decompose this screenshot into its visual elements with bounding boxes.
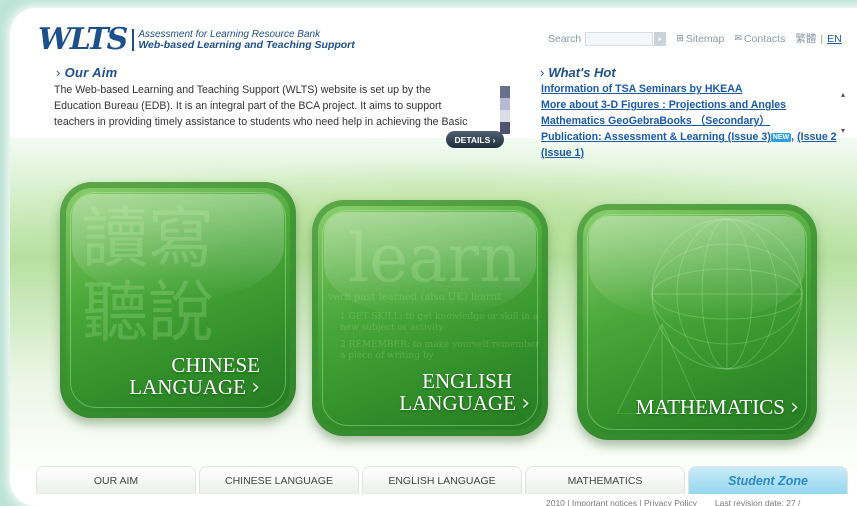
footer: 2010 | Important notices | Privacy Polic… <box>546 498 800 506</box>
list-item: Information of TSA Seminars by HKEAA <box>541 81 857 97</box>
whats-hot-heading: › What's Hot <box>540 65 616 80</box>
list-item: More about 3-D Figures : Projections and… <box>541 97 857 113</box>
aim-arrow-icon: › <box>56 65 61 80</box>
envelope-icon: ✉ <box>734 33 742 43</box>
search-go-icon[interactable]: ▸ <box>654 31 667 46</box>
hot-link-3d[interactable]: More about 3-D Figures : Projections and… <box>541 99 786 111</box>
english-label-text: LANGUAGE <box>399 391 516 415</box>
search-label: Search <box>548 32 582 45</box>
mathematics-tile[interactable]: MATHEMATICS › <box>577 204 817 440</box>
english-watermark-def1: 1 GET SKILL: to get knowledge or skill i… <box>340 312 539 333</box>
our-aim-heading: › Our Aim <box>56 65 118 80</box>
math-tile-label: MATHEMATICS › <box>636 396 799 419</box>
chinese-watermark: 讀寫聽說 <box>82 200 214 351</box>
hot-link-publication[interactable]: Publication: Assessment & Learning (Issu… <box>541 131 771 143</box>
list-item: Mathematics GeoGebraBooks （Secondary） <box>541 113 857 129</box>
chinese-lang-link[interactable]: 繁體 <box>795 31 816 46</box>
english-watermark-line: verb past learned (also UK) learnt <box>328 292 502 303</box>
lang-separator: | <box>820 32 824 45</box>
logo-mark: WLTS <box>38 22 128 57</box>
tab-english-language[interactable]: ENGLISH LANGUAGE <box>362 466 522 494</box>
scroll-up-icon[interactable]: ▴ <box>841 90 845 99</box>
page-frame: WLTS Assessment for Learning Resource Ba… <box>10 8 857 506</box>
bottom-nav: OUR AIM CHINESE LANGUAGE ENGLISH LANGUAG… <box>36 466 857 494</box>
chinese-tile-label: CHINESE LANGUAGE › <box>129 354 260 399</box>
whats-hot-list: Information of TSA Seminars by HKEAA Mor… <box>541 81 857 161</box>
english-lang-link[interactable]: EN <box>827 33 842 45</box>
site-logo[interactable]: WLTS Assessment for Learning Resource Ba… <box>38 22 355 57</box>
chevron-right-icon: › <box>790 395 799 420</box>
sitemap-icon: ⊞ <box>676 33 684 43</box>
list-item: Publication: Assessment & Learning (Issu… <box>541 129 857 145</box>
globe-watermark-icon <box>616 218 803 414</box>
english-watermark-def2: 2 REMEMBER: to make yourself remember a … <box>340 340 540 361</box>
footer-links[interactable]: 2010 | Important notices | Privacy Polic… <box>546 498 697 506</box>
english-tile-label: ENGLISH LANGUAGE › <box>399 370 530 415</box>
search-input[interactable] <box>585 31 654 46</box>
english-label-line2: LANGUAGE › <box>399 392 530 415</box>
our-aim-text: The Web-based Learning and Teaching Supp… <box>54 84 468 128</box>
chevron-right-icon: › <box>251 375 260 400</box>
hot-link-issue1[interactable]: (Issue 1) <box>541 147 584 159</box>
tab-chinese-language[interactable]: CHINESE LANGUAGE <box>199 466 359 494</box>
tab-mathematics[interactable]: MATHEMATICS <box>525 466 685 494</box>
tab-student-zone[interactable]: Student Zone <box>688 466 848 494</box>
list-item: (Issue 1) <box>541 145 857 161</box>
chevron-right-icon: › <box>521 391 530 416</box>
hot-arrow-icon: › <box>540 65 545 80</box>
comma: , <box>791 131 795 143</box>
contacts-link[interactable]: ✉ Contacts <box>734 33 785 45</box>
logo-text: Assessment for Learning Resource Bank We… <box>132 28 355 51</box>
aim-bar-seg <box>500 98 510 110</box>
sitemap-label: Sitemap <box>685 32 725 45</box>
aim-bar-seg <box>500 110 510 122</box>
sitemap-link[interactable]: ⊞ Sitemap <box>676 33 724 45</box>
hot-link-tsa[interactable]: Information of TSA Seminars by HKEAA <box>541 83 743 95</box>
aim-bar-seg <box>500 122 510 134</box>
top-links: Search ▸ ⊞ Sitemap ✉ Contacts 繁體 | EN <box>548 31 842 46</box>
revision-date: Last revision date: 27 / <box>714 498 801 506</box>
contacts-label: Contacts <box>743 32 786 45</box>
aim-bar-seg <box>500 86 510 98</box>
aim-scroll-bar[interactable] <box>500 86 510 134</box>
english-watermark-word: learn <box>348 220 522 297</box>
new-badge: NEW <box>770 132 792 142</box>
logo-line1: Assessment for Learning Resource Bank <box>138 28 321 40</box>
math-label-text: MATHEMATICS <box>635 395 785 419</box>
chinese-label-text: LANGUAGE <box>129 375 246 399</box>
scroll-down-icon[interactable]: ▾ <box>841 126 845 135</box>
whats-hot-title: What's Hot <box>548 65 616 80</box>
english-language-tile[interactable]: learn verb past learned (also UK) learnt… <box>312 200 548 436</box>
english-label-line1: ENGLISH <box>422 369 512 393</box>
hot-link-issue2[interactable]: (Issue 2 <box>797 131 836 143</box>
logo-line2: Web-based Learning and Teaching Support <box>138 38 355 51</box>
chinese-label-line2: LANGUAGE › <box>129 376 260 399</box>
details-button[interactable]: DETAILS › <box>446 131 504 148</box>
our-aim-title: Our Aim <box>64 65 118 80</box>
hot-link-geogebra[interactable]: Mathematics GeoGebraBooks （Secondary） <box>541 115 770 127</box>
tab-our-aim[interactable]: OUR AIM <box>36 466 196 494</box>
chinese-language-tile[interactable]: 讀寫聽說 CHINESE LANGUAGE › <box>60 182 296 418</box>
chinese-label-line1: CHINESE <box>171 353 260 377</box>
